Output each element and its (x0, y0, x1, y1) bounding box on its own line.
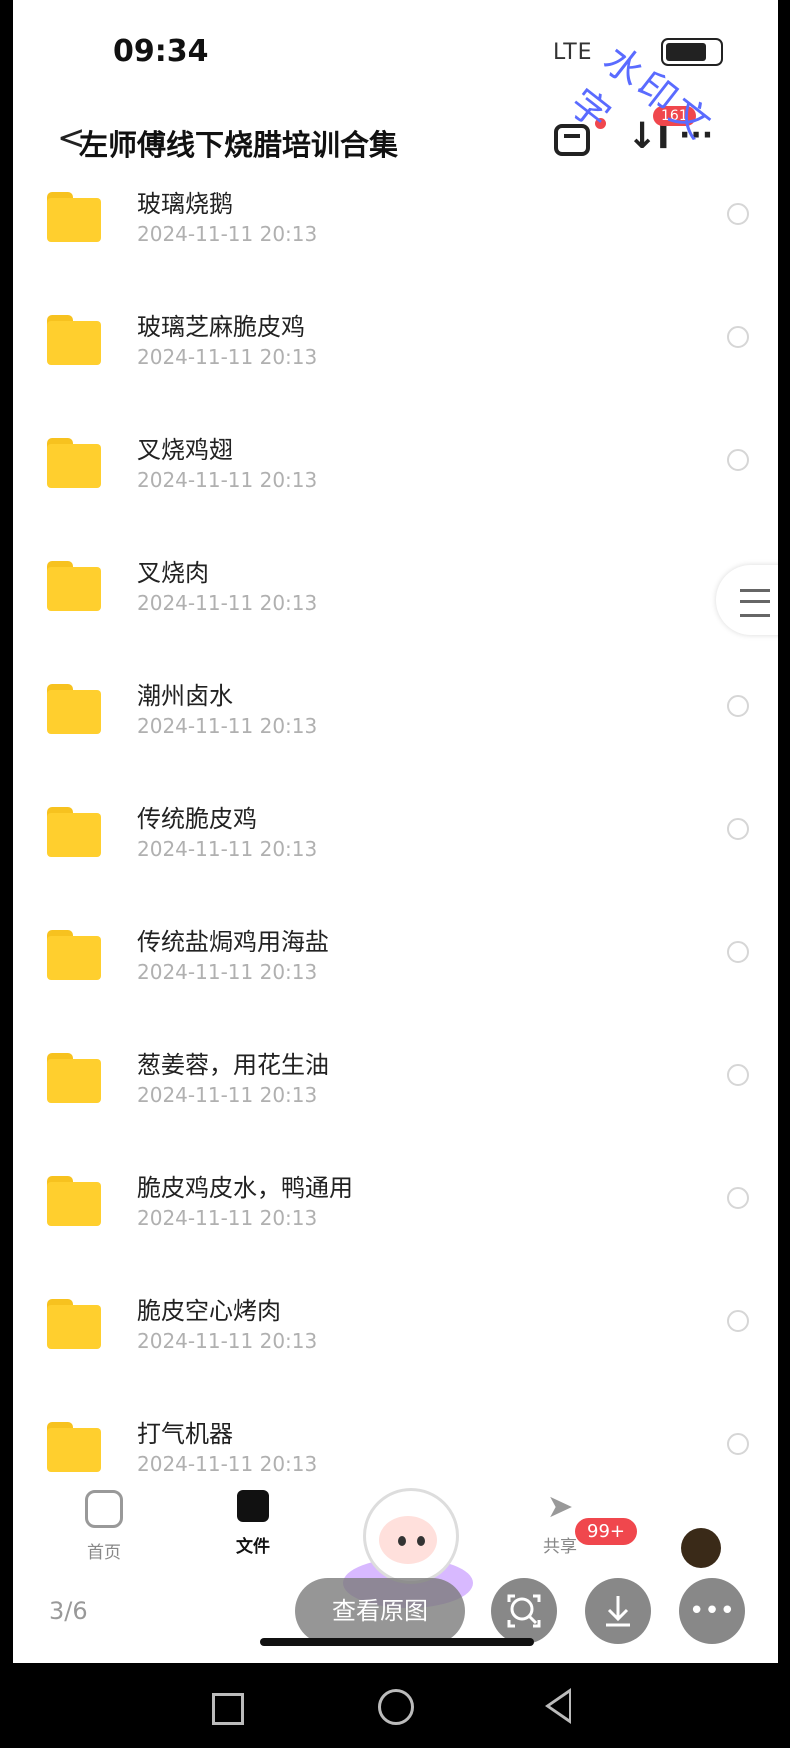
folder-icon (47, 1299, 101, 1349)
file-name: 打气机器 (137, 1420, 233, 1448)
select-radio[interactable] (727, 203, 749, 225)
file-row[interactable]: 传统脆皮鸡 2024-11-11 20:13 (13, 785, 778, 908)
select-radio[interactable] (727, 326, 749, 348)
battery-icon (661, 38, 723, 66)
file-name: 传统脆皮鸡 (137, 805, 257, 833)
download-button[interactable] (585, 1578, 651, 1644)
image-search-button[interactable] (491, 1578, 557, 1644)
select-radio[interactable] (727, 449, 749, 471)
avatar[interactable] (681, 1528, 721, 1568)
file-date: 2024-11-11 20:13 (137, 345, 318, 369)
file-row[interactable]: 潮州卤水 2024-11-11 20:13 (13, 662, 778, 785)
select-radio[interactable] (727, 941, 749, 963)
paper-plane-icon: ➤ (546, 1487, 574, 1525)
home-indicator (260, 1638, 534, 1646)
file-name: 玻璃芝麻脆皮鸡 (137, 313, 305, 341)
tab-files[interactable]: 文件 (218, 1490, 288, 1557)
select-radio[interactable] (727, 695, 749, 717)
tab-share-label: 共享 (543, 1537, 577, 1557)
recents-button[interactable] (212, 1693, 244, 1725)
folder-icon (47, 807, 101, 857)
download-icon (606, 1596, 630, 1627)
file-row[interactable]: 叉烧肉 2024-11-11 20:13 (13, 539, 778, 662)
file-name: 脆皮空心烤肉 (137, 1297, 281, 1325)
file-row[interactable]: 脆皮鸡皮水，鸭通用 2024-11-11 20:13 (13, 1154, 778, 1277)
file-date: 2024-11-11 20:13 (137, 837, 318, 861)
select-radio[interactable] (727, 1433, 749, 1455)
file-date: 2024-11-11 20:13 (137, 714, 318, 738)
file-row[interactable]: 传统盐焗鸡用海盐 2024-11-11 20:13 (13, 908, 778, 1031)
file-date: 2024-11-11 20:13 (137, 1206, 318, 1230)
file-row[interactable]: 脆皮空心烤肉 2024-11-11 20:13 (13, 1277, 778, 1400)
file-date: 2024-11-11 20:13 (137, 468, 318, 492)
file-date: 2024-11-11 20:13 (137, 591, 318, 615)
tab-home[interactable]: 首页 (69, 1490, 139, 1563)
folder-tab-icon (237, 1490, 269, 1522)
folder-icon (47, 315, 101, 365)
signal-indicator: LTE (553, 40, 593, 65)
folder-icon (47, 438, 101, 488)
search-icon (507, 1594, 541, 1628)
folder-icon (47, 1422, 101, 1472)
select-radio[interactable] (727, 1310, 749, 1332)
file-name: 传统盐焗鸡用海盐 (137, 928, 329, 956)
view-original-button[interactable]: 查看原图 (295, 1578, 465, 1644)
folder-icon (47, 561, 101, 611)
folder-icon (47, 684, 101, 734)
home-button[interactable] (378, 1689, 414, 1725)
file-name: 叉烧鸡翅 (137, 436, 233, 464)
folder-icon (47, 192, 101, 242)
tab-files-label: 文件 (236, 1537, 270, 1557)
folder-icon (47, 1176, 101, 1226)
menu-lines-icon (740, 589, 770, 617)
file-row[interactable]: 玻璃芝麻脆皮鸡 2024-11-11 20:13 (13, 293, 778, 416)
file-date: 2024-11-11 20:13 (137, 1083, 318, 1107)
screen: 09:34 LTE < 左师傅线下烧腊培训合集 ↓l 161 ··· 水印文字 … (13, 0, 778, 1663)
page-title: 左师傅线下烧腊培训合集 (79, 128, 399, 162)
file-row[interactable]: 叉烧鸡翅 2024-11-11 20:13 (13, 416, 778, 539)
home-icon (85, 1490, 123, 1528)
file-date: 2024-11-11 20:13 (137, 1329, 318, 1353)
status-time: 09:34 (113, 34, 209, 69)
file-name: 脆皮鸡皮水，鸭通用 (137, 1174, 353, 1202)
page-indicator: 3/6 (49, 1597, 88, 1625)
file-date: 2024-11-11 20:13 (137, 222, 318, 246)
select-radio[interactable] (727, 1187, 749, 1209)
file-name: 潮州卤水 (137, 682, 233, 710)
file-date: 2024-11-11 20:13 (137, 960, 318, 984)
select-radio[interactable] (727, 818, 749, 840)
side-menu-handle[interactable] (716, 565, 778, 635)
file-row[interactable]: 玻璃烧鹅 2024-11-11 20:13 (13, 170, 778, 293)
file-name: 叉烧肉 (137, 559, 209, 587)
folder-icon (47, 930, 101, 980)
back-nav-button[interactable] (545, 1688, 571, 1724)
share-badge: 99+ (575, 1518, 637, 1545)
file-date: 2024-11-11 20:13 (137, 1452, 318, 1476)
tab-home-label: 首页 (87, 1543, 121, 1563)
more-options-button[interactable]: ••• (679, 1578, 745, 1644)
file-name: 玻璃烧鹅 (137, 190, 233, 218)
folder-icon (47, 1053, 101, 1103)
select-radio[interactable] (727, 1064, 749, 1086)
file-name: 葱姜蓉，用花生油 (137, 1051, 329, 1079)
file-row[interactable]: 葱姜蓉，用花生油 2024-11-11 20:13 (13, 1031, 778, 1154)
